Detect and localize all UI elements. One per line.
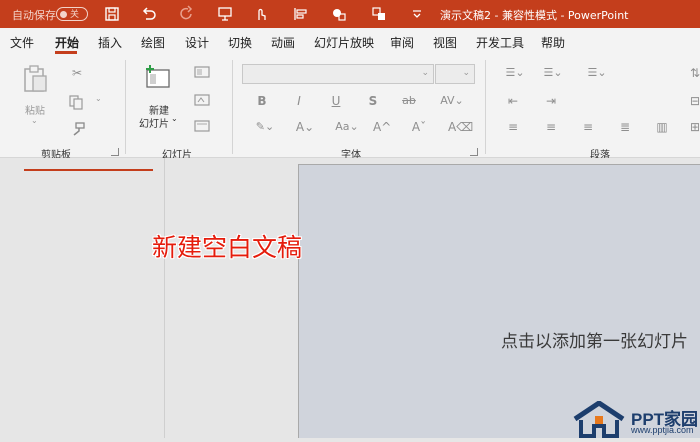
format-painter-icon[interactable] (70, 121, 86, 137)
shapes-icon[interactable] (330, 5, 348, 23)
font-launcher-icon[interactable] (470, 148, 478, 156)
redo-icon[interactable] (178, 5, 196, 23)
autosave-toggle[interactable]: 关 (56, 7, 88, 21)
justify-icon[interactable]: ≣ (617, 120, 633, 134)
align-text-icon[interactable]: ⊟ (690, 94, 700, 108)
tab-review[interactable]: 审阅 (390, 34, 414, 51)
tab-help[interactable]: 帮助 (541, 34, 565, 51)
house-logo-icon (573, 399, 625, 438)
customize-qat-icon[interactable] (408, 5, 426, 23)
decrease-font-icon[interactable]: Aˇ (411, 120, 427, 134)
tab-view[interactable]: 视图 (433, 34, 457, 51)
title-bar: 自动保存 关 演示文稿2 - 兼容性模式 - PowerPoint (0, 0, 700, 28)
increase-indent-icon[interactable]: ⇥ (543, 94, 559, 108)
clipboard-launcher-icon[interactable] (111, 148, 119, 156)
save-icon[interactable] (103, 5, 121, 23)
align-icon[interactable] (292, 5, 310, 23)
presenter-icon[interactable] (216, 5, 234, 23)
autosave-label: 自动保存 (12, 9, 56, 22)
bullets-icon[interactable]: ☰⌄ (503, 66, 527, 80)
section-icon[interactable] (194, 120, 210, 132)
clear-format-icon[interactable]: A⌫ (448, 120, 473, 134)
tab-home[interactable]: 开始 (55, 34, 79, 51)
slide-placeholder-text[interactable]: 点击以添加第一张幻灯片 (501, 327, 688, 352)
chevron-down-icon: ⌄ (462, 68, 470, 78)
document-title: 演示文稿2 - 兼容性模式 - PowerPoint (440, 9, 629, 22)
change-case-icon[interactable]: Aa⌄ (334, 120, 360, 134)
group-divider (232, 60, 233, 154)
paste-dropdown-icon[interactable]: ⌄ (31, 116, 38, 125)
paste-icon[interactable] (22, 64, 48, 94)
new-slide-icon[interactable] (144, 64, 172, 90)
numbering-icon[interactable]: ☰⌄ (541, 66, 565, 80)
underline-icon[interactable]: U (329, 94, 343, 108)
tab-file[interactable]: 文件 (10, 34, 34, 51)
ribbon: 粘贴 ⌄ ✂ ⌄ 剪贴板 新建 幻灯片 ⌄ 幻灯片 ⌄ ⌄ B I U S ab… (0, 54, 700, 161)
character-spacing-icon[interactable]: AV⌄ (440, 94, 464, 108)
arrange-icon[interactable] (370, 5, 388, 23)
font-name-dropdown[interactable]: ⌄ (242, 64, 434, 84)
layout-icon[interactable] (194, 66, 210, 78)
group-divider (125, 60, 126, 154)
slide-thumbnail-pane[interactable] (0, 158, 165, 438)
shadow-icon[interactable]: S (366, 94, 380, 108)
highlight-icon[interactable]: ✎⌄ (252, 120, 278, 134)
group-divider (485, 60, 486, 154)
copy-icon[interactable] (68, 94, 84, 110)
font-color-icon[interactable]: A⌄ (292, 120, 318, 134)
paste-label[interactable]: 粘贴 (25, 102, 45, 117)
decrease-indent-icon[interactable]: ⇤ (505, 94, 521, 108)
tab-draw[interactable]: 绘图 (141, 34, 165, 51)
watermark-logo: PPT家园 www.pptjia.com (571, 399, 700, 438)
reset-icon[interactable] (194, 94, 210, 106)
watermark-url: www.pptjia.com (631, 425, 694, 435)
tab-design[interactable]: 设计 (185, 34, 209, 51)
tab-transitions[interactable]: 切换 (228, 34, 252, 51)
tab-developer[interactable]: 开发工具 (476, 34, 524, 51)
bold-icon[interactable]: B (255, 94, 269, 108)
tab-animations[interactable]: 动画 (271, 34, 295, 51)
align-right-icon[interactable]: ≡ (580, 120, 596, 134)
insertion-cursor (24, 169, 153, 171)
ribbon-tabs: 文件 开始 插入 绘图 设计 切换 动画 幻灯片放映 审阅 视图 开发工具 帮助 (0, 28, 700, 54)
strikethrough-icon[interactable]: ab (400, 94, 418, 108)
tab-slideshow[interactable]: 幻灯片放映 (314, 34, 374, 51)
italic-icon[interactable]: I (292, 94, 306, 108)
copy-dropdown-icon[interactable]: ⌄ (95, 94, 102, 103)
columns-icon[interactable]: ▥ (654, 120, 670, 134)
new-slide-label-line2[interactable]: 幻灯片 (139, 115, 169, 130)
autosave-state: 关 (70, 10, 80, 20)
new-slide-dropdown-icon[interactable]: ⌄ (171, 114, 178, 123)
touch-mode-icon[interactable] (252, 5, 270, 23)
increase-font-icon[interactable]: A^ (373, 120, 391, 134)
line-spacing-icon[interactable]: ☰⌄ (585, 66, 609, 80)
text-direction-icon[interactable]: ⇅ (690, 66, 700, 80)
align-center-icon[interactable]: ≡ (543, 120, 559, 134)
tab-insert[interactable]: 插入 (98, 34, 122, 51)
font-size-dropdown[interactable]: ⌄ (435, 64, 475, 84)
chevron-down-icon: ⌄ (421, 68, 429, 78)
annotation-caption: 新建空白文稿 (152, 233, 303, 262)
slide-canvas[interactable]: 点击以添加第一张幻灯片 (298, 164, 700, 438)
align-left-icon[interactable]: ≡ (505, 120, 521, 134)
cut-icon[interactable]: ✂ (70, 66, 84, 80)
workspace: 点击以添加第一张幻灯片 (0, 158, 700, 438)
toggle-knob (60, 11, 67, 18)
smartart-icon[interactable]: ⊞ (690, 120, 700, 134)
undo-icon[interactable] (140, 5, 158, 23)
